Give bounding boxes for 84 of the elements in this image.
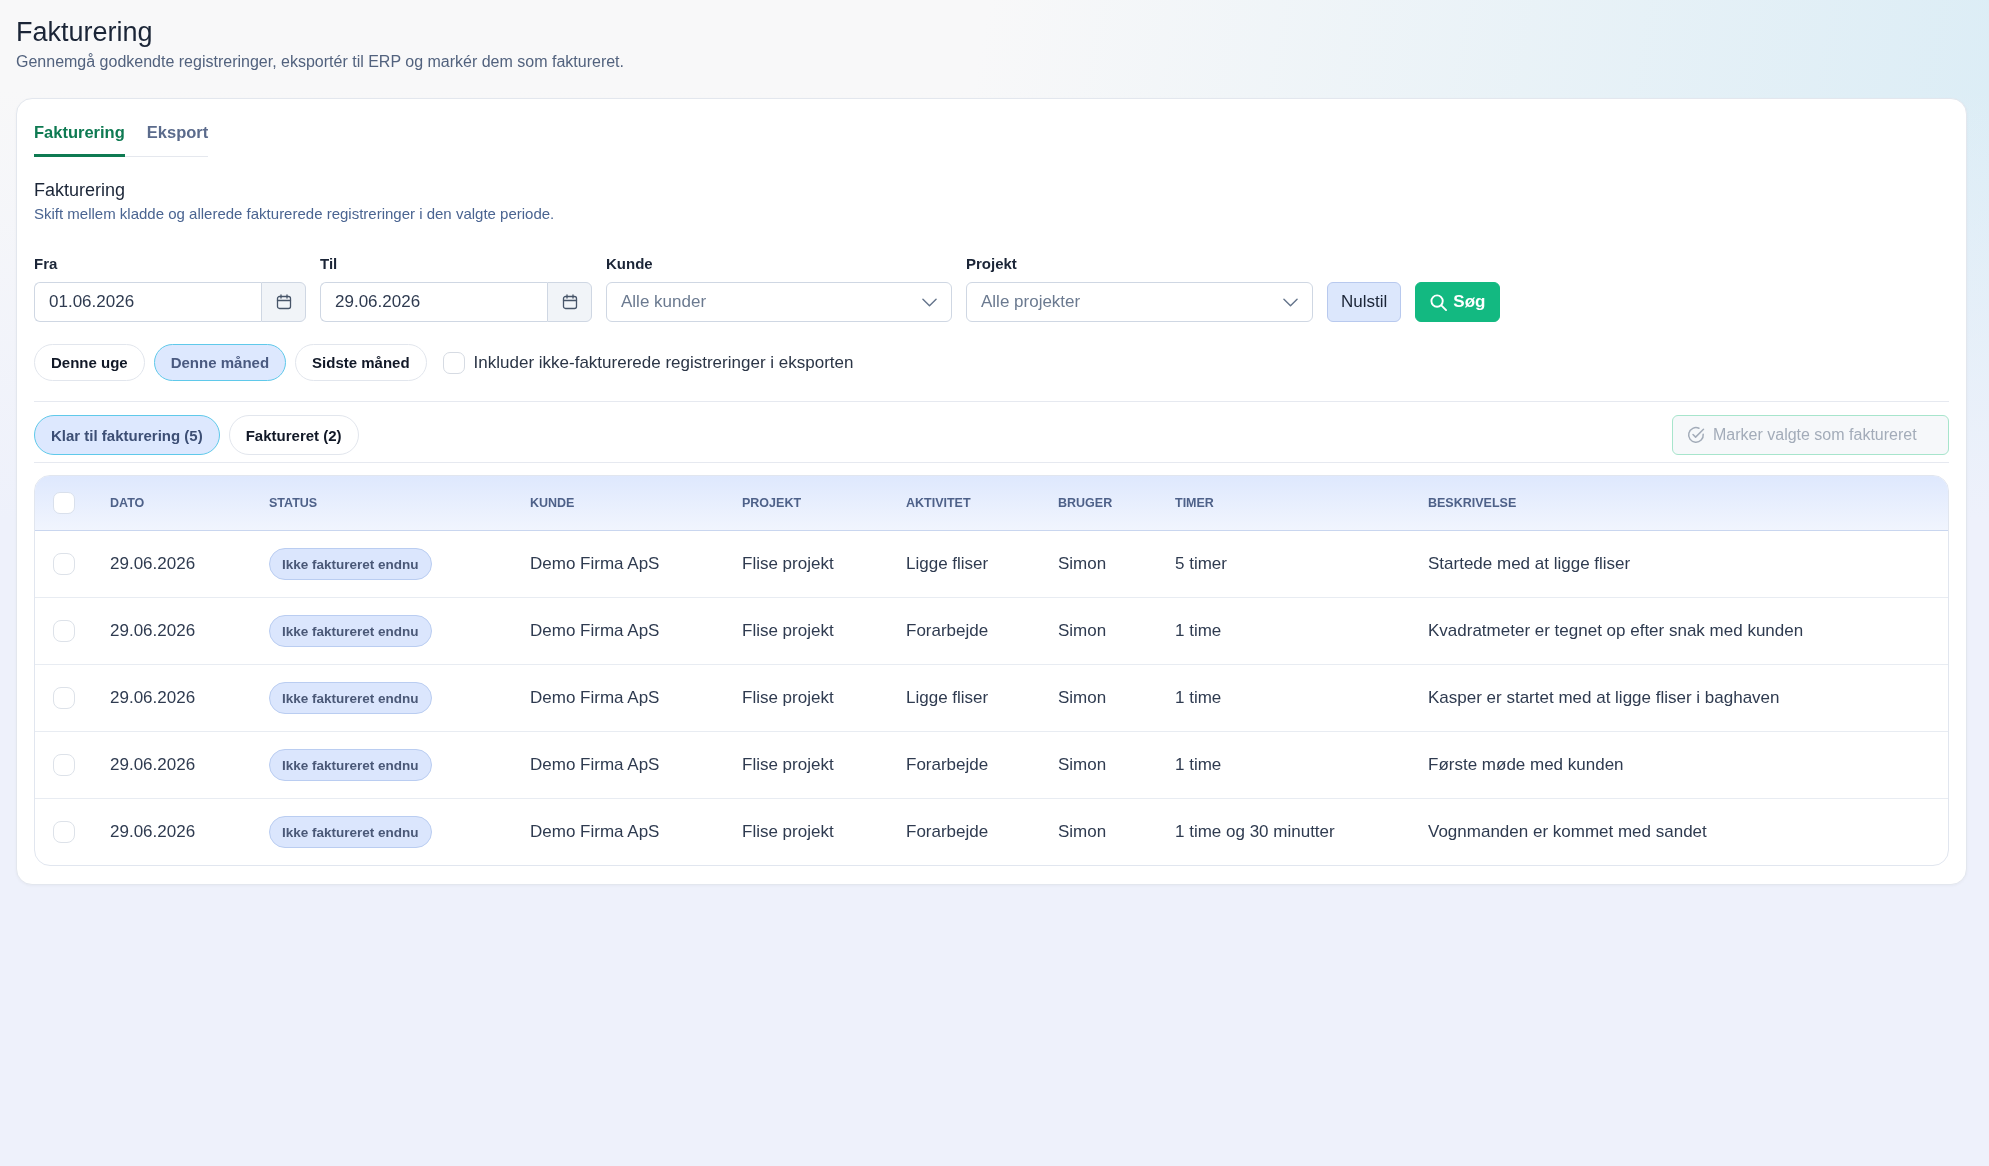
field-label: Til <box>320 254 339 274</box>
table-cell: Flise projekt <box>742 554 834 574</box>
table-cell: Startede med at ligge fliser <box>1428 554 1631 574</box>
table-cell: Ligge fliser <box>906 688 989 708</box>
table-cell: 29.06.2026 <box>110 554 196 574</box>
date-field[interactable]: 29.06.2026 <box>320 282 547 322</box>
chevron-down-icon <box>922 297 937 307</box>
calendar-icon <box>561 294 578 310</box>
row-checkbox[interactable] <box>53 754 75 776</box>
table-cell: 1 time <box>1175 688 1222 708</box>
period-chip[interactable]: Denne uge <box>34 344 145 381</box>
column-header: BRUGER <box>1058 496 1113 510</box>
select-all-checkbox[interactable] <box>53 492 75 514</box>
status-tab[interactable]: Faktureret (2) <box>228 415 359 455</box>
table-cell: 5 timer <box>1175 554 1227 574</box>
field-label: Kunde <box>606 254 654 274</box>
row-checkbox[interactable] <box>53 687 75 709</box>
table-cell: 29.06.2026 <box>110 688 196 708</box>
table-cell: Forarbejde <box>906 755 989 775</box>
period-chip[interactable]: Sidste måned <box>295 344 427 381</box>
column-header: AKTIVITET <box>906 496 971 510</box>
checkbox-label: Inkluder ikke-fakturerede registreringer i eksporten <box>473 352 854 373</box>
search-icon <box>1430 293 1448 311</box>
status-badge: Ikke faktureret endnu <box>269 615 432 647</box>
status-badge: Ikke faktureret endnu <box>269 749 432 781</box>
chevron-down-icon <box>1283 297 1298 307</box>
table-cell: Flise projekt <box>742 688 834 708</box>
table-cell: 1 time <box>1175 621 1222 641</box>
calendar-button[interactable] <box>261 282 306 322</box>
calendar-icon <box>275 294 292 310</box>
column-header: STATUS <box>269 496 318 510</box>
column-header: DATO <box>110 496 145 510</box>
column-header: BESKRIVELSE <box>1428 496 1517 510</box>
page-subtitle: Gennemgå godkendte registreringer, eksportér til ERP og markér dem som faktureret. <box>16 52 625 72</box>
calendar-button[interactable] <box>547 282 592 322</box>
table-cell: Ligge fliser <box>906 554 989 574</box>
row-checkbox[interactable] <box>53 553 75 575</box>
table-cell: Forarbejde <box>906 822 989 842</box>
table-cell: Kvadratmeter er tegnet op efter snak med kunden <box>1428 621 1804 641</box>
status-badge: Ikke faktureret endnu <box>269 816 432 848</box>
table-cell: Demo Firma ApS <box>530 822 660 842</box>
reset-button[interactable]: Nulstil <box>1327 282 1402 322</box>
table-cell: Flise projekt <box>742 621 834 641</box>
table-cell: Simon <box>1058 621 1107 641</box>
field-label: Fra <box>34 254 59 274</box>
date-field[interactable]: 01.06.2026 <box>34 282 261 322</box>
table-cell: Demo Firma ApS <box>530 621 660 641</box>
dropdown-field[interactable]: Alle projekter <box>966 282 1313 322</box>
checkbox[interactable] <box>442 351 465 374</box>
table-cell: Første møde med kunden <box>1428 755 1624 775</box>
table-cell: Demo Firma ApS <box>530 554 660 574</box>
check-circle-icon <box>1687 426 1705 444</box>
tab[interactable]: Fakturering <box>34 121 125 157</box>
table-cell: Simon <box>1058 554 1107 574</box>
page-title: Fakturering <box>16 16 154 49</box>
table-cell: Kasper er startet med at ligge fliser i baghaven <box>1428 688 1780 708</box>
section-title: Fakturering <box>34 179 127 202</box>
status-tab[interactable]: Klar til fakturering (5) <box>34 415 220 455</box>
column-header: PROJEKT <box>742 496 802 510</box>
row-checkbox[interactable] <box>53 620 75 642</box>
field-label: Projekt <box>966 254 1018 274</box>
status-badge: Ikke faktureret endnu <box>269 682 432 714</box>
row-checkbox[interactable] <box>53 821 75 843</box>
column-header: TIMER <box>1175 496 1214 510</box>
table-cell: 1 time og 30 minutter <box>1175 822 1335 842</box>
dropdown-field[interactable]: Alle kunder <box>606 282 952 322</box>
column-header: KUNDE <box>530 496 575 510</box>
table-cell: 29.06.2026 <box>110 621 196 641</box>
section-subtitle: Skift mellem kladde og allerede fakturerede registreringer i den valgte periode. <box>34 204 556 224</box>
period-chip[interactable]: Denne måned <box>153 344 287 381</box>
table-cell: Demo Firma ApS <box>530 755 660 775</box>
status-badge: Ikke faktureret endnu <box>269 548 432 580</box>
table-cell: Flise projekt <box>742 755 834 775</box>
table-cell: 29.06.2026 <box>110 755 196 775</box>
table-cell: Demo Firma ApS <box>530 688 660 708</box>
table-cell: Vognmanden er kommet med sandet <box>1428 822 1707 842</box>
table-cell: 1 time <box>1175 755 1222 775</box>
table-cell: Simon <box>1058 755 1107 775</box>
tab[interactable]: Eksport <box>146 121 209 157</box>
table-cell: Simon <box>1058 822 1107 842</box>
table-cell: Forarbejde <box>906 621 989 641</box>
table-cell: 29.06.2026 <box>110 822 196 842</box>
table-cell: Simon <box>1058 688 1107 708</box>
table-cell: Flise projekt <box>742 822 834 842</box>
